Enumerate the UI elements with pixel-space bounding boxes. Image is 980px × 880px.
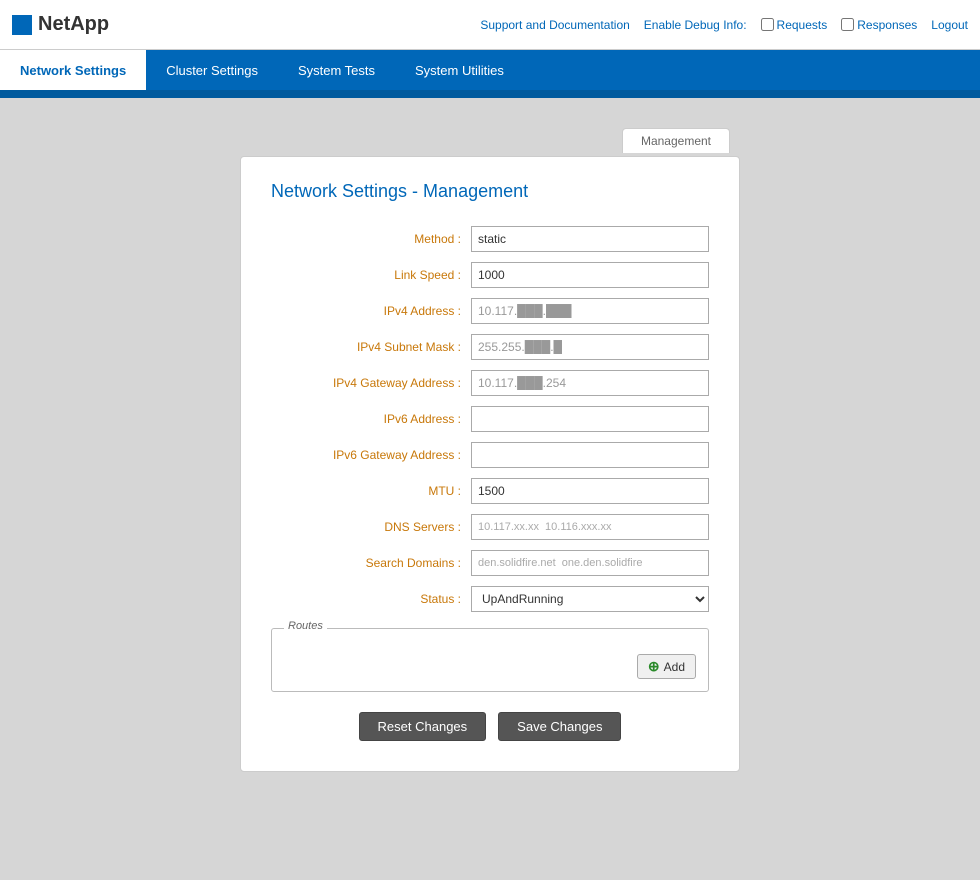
reset-button[interactable]: Reset Changes <box>359 712 487 741</box>
dns-input[interactable] <box>471 514 709 540</box>
ipv6-gateway-input[interactable] <box>471 442 709 468</box>
requests-checkbox[interactable] <box>761 18 774 31</box>
method-input[interactable] <box>471 226 709 252</box>
action-buttons: Reset Changes Save Changes <box>271 712 709 741</box>
requests-checkbox-label[interactable]: Requests <box>761 18 828 32</box>
status-row: Status : UpAndRunning Down Maintenance <box>271 586 709 612</box>
link-speed-label: Link Speed : <box>271 268 471 282</box>
link-speed-input[interactable] <box>471 262 709 288</box>
ipv4-address-label: IPv4 Address : <box>271 304 471 318</box>
routes-content: ⊕ Add <box>284 639 696 679</box>
search-domains-label: Search Domains : <box>271 556 471 570</box>
management-tab[interactable]: Management <box>622 128 730 153</box>
routes-legend: Routes <box>284 620 327 632</box>
ipv4-gateway-row: IPv4 Gateway Address : <box>271 370 709 396</box>
nav-tab-network-settings[interactable]: Network Settings <box>0 50 146 90</box>
top-bar: NetApp Support and Documentation Enable … <box>0 0 980 50</box>
main-content: Management Network Settings - Management… <box>0 98 980 878</box>
add-route-button[interactable]: ⊕ Add <box>637 654 696 679</box>
support-link[interactable]: Support and Documentation <box>480 18 629 32</box>
form-card: Network Settings - Management Method : L… <box>240 156 740 772</box>
mtu-input[interactable] <box>471 478 709 504</box>
add-circle-icon: ⊕ <box>648 658 660 675</box>
nav-bar: Network Settings Cluster Settings System… <box>0 50 980 90</box>
ipv6-address-label: IPv6 Address : <box>271 412 471 426</box>
method-label: Method : <box>271 232 471 246</box>
search-domains-input[interactable] <box>471 550 709 576</box>
routes-section: Routes ⊕ Add <box>271 628 709 692</box>
logout-link[interactable]: Logout <box>931 18 968 32</box>
accent-bar <box>0 90 980 98</box>
debug-info-label: Enable Debug Info: <box>644 18 747 32</box>
status-label: Status : <box>271 592 471 606</box>
responses-checkbox[interactable] <box>841 18 854 31</box>
ipv6-address-input[interactable] <box>471 406 709 432</box>
mtu-row: MTU : <box>271 478 709 504</box>
status-select[interactable]: UpAndRunning Down Maintenance <box>471 586 709 612</box>
logo-text: NetApp <box>38 13 109 36</box>
mtu-label: MTU : <box>271 484 471 498</box>
ipv4-subnet-label: IPv4 Subnet Mask : <box>271 340 471 354</box>
nav-tab-cluster-settings[interactable]: Cluster Settings <box>146 50 278 90</box>
ipv4-subnet-row: IPv4 Subnet Mask : <box>271 334 709 360</box>
ipv4-address-input[interactable] <box>471 298 709 324</box>
ipv4-address-row: IPv4 Address : <box>271 298 709 324</box>
ipv4-gateway-label: IPv4 Gateway Address : <box>271 376 471 390</box>
ipv4-subnet-input[interactable] <box>471 334 709 360</box>
ipv6-address-row: IPv6 Address : <box>271 406 709 432</box>
tab-panel-area: Management Network Settings - Management… <box>30 128 950 772</box>
method-row: Method : <box>271 226 709 252</box>
nav-tab-system-tests[interactable]: System Tests <box>278 50 395 90</box>
ipv6-gateway-label: IPv6 Gateway Address : <box>271 448 471 462</box>
link-speed-row: Link Speed : <box>271 262 709 288</box>
top-right-links: Support and Documentation Enable Debug I… <box>480 18 968 32</box>
form-title: Network Settings - Management <box>271 181 709 202</box>
ipv6-gateway-row: IPv6 Gateway Address : <box>271 442 709 468</box>
dns-label: DNS Servers : <box>271 520 471 534</box>
save-button[interactable]: Save Changes <box>498 712 621 741</box>
nav-tab-system-utilities[interactable]: System Utilities <box>395 50 524 90</box>
dns-row: DNS Servers : <box>271 514 709 540</box>
logo-area: NetApp <box>12 13 109 36</box>
responses-checkbox-label[interactable]: Responses <box>841 18 917 32</box>
netapp-logo-icon <box>12 15 32 35</box>
ipv4-gateway-input[interactable] <box>471 370 709 396</box>
search-domains-row: Search Domains : <box>271 550 709 576</box>
